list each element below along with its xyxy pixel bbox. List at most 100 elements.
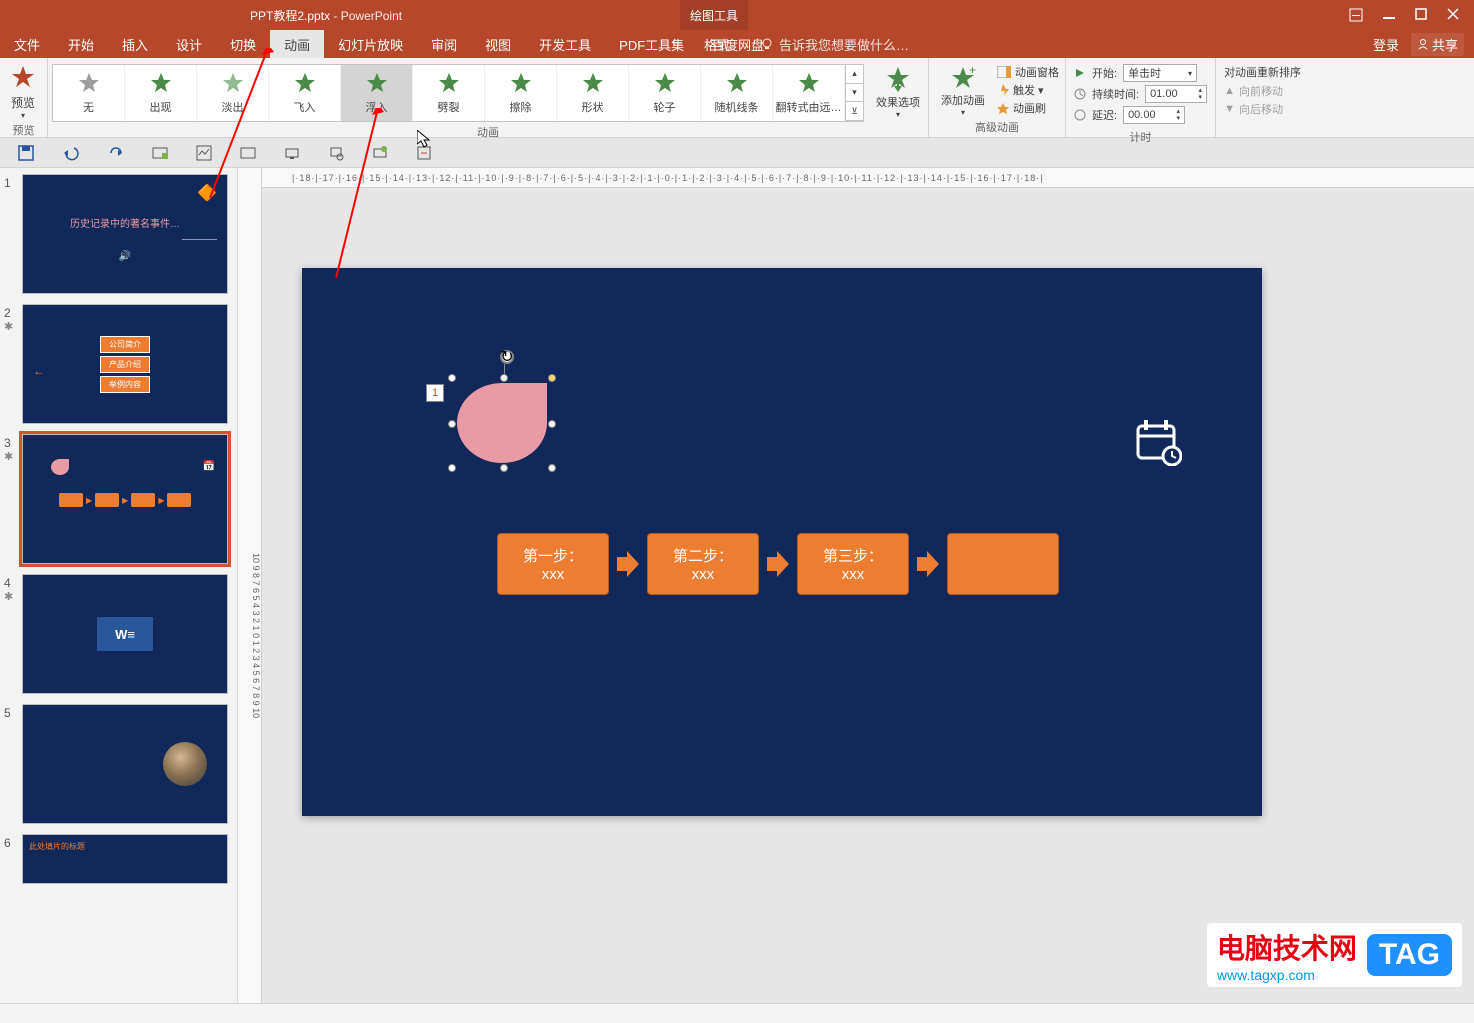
anim-flip[interactable]: 翻转式由远… — [773, 65, 845, 121]
gallery-more-icon[interactable]: ⊻ — [846, 102, 863, 121]
resize-handle[interactable] — [448, 374, 456, 382]
rotation-handle[interactable]: ↻ — [500, 350, 514, 364]
step-box-3[interactable]: 第三步：xxx — [797, 533, 909, 595]
ribbon-tabs: 文件 开始 插入 设计 切换 动画 幻灯片放映 审阅 视图 开发工具 PDF工具… — [0, 30, 1474, 58]
thumb-number: 4 — [4, 576, 11, 590]
qat-icon-1[interactable] — [152, 145, 168, 161]
anim-floatin[interactable]: 浮入 — [341, 65, 413, 121]
thumbnail-4[interactable]: W≡ — [22, 574, 228, 694]
move-later-button[interactable]: ▼ 向后移动 — [1224, 101, 1301, 117]
qat-icon-2[interactable] — [196, 145, 212, 161]
tab-file[interactable]: 文件 — [0, 30, 54, 58]
tab-developer[interactable]: 开发工具 — [525, 30, 605, 58]
arrow-icon — [767, 551, 789, 577]
animation-order-tag[interactable]: 1 — [426, 384, 444, 402]
share-button[interactable]: 共享 — [1411, 33, 1464, 56]
main-area: 1 🔶 历史记录中的著名事件… ————— 🔊 2✱ ← 公司简介 产品介绍 举… — [0, 168, 1474, 1003]
tab-review[interactable]: 审阅 — [417, 30, 471, 58]
selected-shape[interactable]: ↻ 1 — [452, 378, 552, 468]
anim-flyin[interactable]: 飞入 — [269, 65, 341, 121]
tab-home[interactable]: 开始 — [54, 30, 108, 58]
watermark-tag: TAG — [1367, 934, 1452, 976]
qat-icon-4[interactable] — [284, 145, 300, 161]
step-box-2[interactable]: 第二步：xxx — [647, 533, 759, 595]
login-link[interactable]: 登录 — [1373, 35, 1399, 54]
horizontal-ruler: |·18·|·17·|·16·|·15·|·14·|·13·|·12·|·11·… — [262, 168, 1474, 188]
tab-insert[interactable]: 插入 — [108, 30, 162, 58]
resize-handle[interactable] — [448, 464, 456, 472]
minimize-icon[interactable] — [1383, 8, 1395, 22]
adjust-handle[interactable] — [548, 374, 556, 382]
svg-text:+: + — [969, 64, 976, 77]
doc-name: PPT教程2.pptx — [250, 9, 330, 23]
slide-canvas[interactable]: ↻ 1 — [302, 268, 1262, 816]
teardrop-shape[interactable] — [457, 383, 547, 463]
anim-wheel[interactable]: 轮子 — [629, 65, 701, 121]
save-icon[interactable] — [18, 145, 34, 161]
anim-shape[interactable]: 形状 — [557, 65, 629, 121]
tell-me-search[interactable]: 告诉我您想要做什么… — [760, 35, 909, 54]
start-dropdown[interactable]: 单击时▾ — [1123, 64, 1197, 82]
duration-input[interactable]: 01.00▴▾ — [1145, 85, 1207, 103]
tell-me-placeholder: 告诉我您想要做什么… — [779, 35, 909, 54]
contextual-tab-label: 绘图工具 — [680, 0, 748, 30]
qat-icon-3[interactable] — [240, 145, 256, 161]
resize-handle[interactable] — [448, 420, 456, 428]
resize-handle[interactable] — [500, 464, 508, 472]
resize-handle[interactable] — [548, 464, 556, 472]
move-earlier-button[interactable]: ▲ 向前移动 — [1224, 83, 1301, 99]
trigger-button[interactable]: 触发 ▾ — [997, 82, 1059, 98]
thumbnail-3[interactable]: 📅 ▶ ▶ ▶ — [22, 434, 228, 564]
start-icon — [1074, 67, 1086, 79]
undo-icon[interactable] — [62, 145, 80, 161]
anim-wipe[interactable]: 擦除 — [485, 65, 557, 121]
delay-label: 延迟: — [1092, 107, 1117, 123]
trigger-icon — [997, 84, 1009, 96]
animation-gallery[interactable]: 无 出现 淡出 飞入 浮入 劈裂 擦除 形状 轮子 随机线条 翻转式由远… ▴ … — [52, 64, 864, 122]
bulb-icon — [760, 37, 774, 51]
effect-options-button[interactable]: 效果选项 ▾ — [868, 62, 928, 122]
tab-transition[interactable]: 切换 — [216, 30, 270, 58]
tab-view[interactable]: 视图 — [471, 30, 525, 58]
anim-random[interactable]: 随机线条 — [701, 65, 773, 121]
anim-fade[interactable]: 淡出 — [197, 65, 269, 121]
delay-input[interactable]: 00.00▴▾ — [1123, 106, 1185, 124]
animation-painter-button[interactable]: 动画刷 — [997, 100, 1059, 116]
anim-none[interactable]: 无 — [53, 65, 125, 121]
thumbnail-2[interactable]: ← 公司简介 产品介绍 举例内容 — [22, 304, 228, 424]
qat-icon-6[interactable] — [372, 145, 388, 161]
anim-appear[interactable]: 出现 — [125, 65, 197, 121]
qat-icon-5[interactable] — [328, 145, 344, 161]
ribbon-options-icon[interactable] — [1349, 8, 1363, 22]
close-icon[interactable] — [1447, 8, 1459, 22]
thumb-number: 1 — [4, 176, 11, 190]
step-box-4[interactable] — [947, 533, 1059, 595]
tab-slideshow[interactable]: 幻灯片放映 — [324, 30, 417, 58]
anim-split[interactable]: 劈裂 — [413, 65, 485, 121]
tab-design[interactable]: 设计 — [162, 30, 216, 58]
redo-icon[interactable] — [108, 145, 124, 161]
animation-pane-button[interactable]: 动画窗格 — [997, 64, 1059, 80]
thumbnail-6[interactable]: 此处填片的标题 — [22, 834, 228, 884]
pane-icon — [997, 66, 1011, 78]
resize-handle[interactable] — [500, 374, 508, 382]
calendar-icon[interactable] — [1134, 418, 1182, 466]
duration-icon — [1074, 88, 1086, 100]
add-animation-button[interactable]: + 添加动画 ▾ — [935, 64, 991, 117]
maximize-icon[interactable] — [1415, 8, 1427, 22]
resize-handle[interactable] — [548, 420, 556, 428]
tab-format[interactable]: 格式 — [690, 30, 744, 58]
gallery-up-icon[interactable]: ▴ — [846, 65, 863, 84]
gallery-down-icon[interactable]: ▾ — [846, 84, 863, 103]
step-box-1[interactable]: 第一步：xxx — [497, 533, 609, 595]
preview-button[interactable]: 预览 ▾ — [0, 62, 46, 120]
qat-icon-7[interactable] — [416, 145, 432, 161]
effect-options-icon — [884, 64, 912, 92]
slide-thumbnails: 1 🔶 历史记录中的著名事件… ————— 🔊 2✱ ← 公司简介 产品介绍 举… — [0, 168, 238, 1003]
thumbnail-5[interactable] — [22, 704, 228, 824]
tab-pdf[interactable]: PDF工具集 — [605, 30, 698, 58]
thumb-number: 5 — [4, 706, 11, 720]
thumbnail-1[interactable]: 🔶 历史记录中的著名事件… ————— 🔊 — [22, 174, 228, 294]
tab-animation[interactable]: 动画 — [270, 30, 324, 58]
app-name: - PowerPoint — [333, 9, 402, 23]
